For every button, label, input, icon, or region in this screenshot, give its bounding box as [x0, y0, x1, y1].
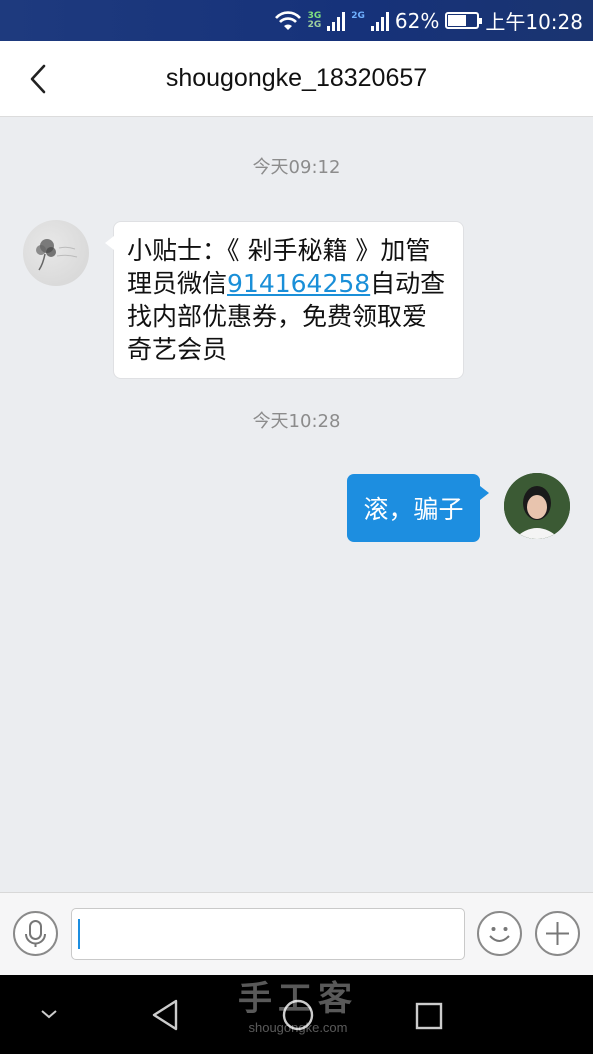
status-bar: 3G 2G 2G 62% 上午10:28	[0, 0, 593, 41]
watermark-logo: 手工客	[238, 979, 358, 1019]
network-type: 3G 2G	[307, 11, 322, 30]
chat-title: shougongke_18320657	[165, 64, 428, 92]
signal-icon-2	[370, 11, 389, 31]
back-arrow-icon[interactable]	[24, 63, 54, 95]
plus-icon	[546, 922, 569, 945]
input-bar	[0, 892, 593, 975]
message-list[interactable]: 今天09:12 小贴士：《 剁手秘籍 》加管理员微信914164258自动查找内…	[0, 117, 593, 892]
chat-header: shougongke_18320657	[0, 41, 593, 117]
text-caret	[78, 919, 80, 949]
watermark-url: shougongke.com	[248, 1020, 348, 1035]
timestamp: 今天10:28	[252, 411, 341, 432]
wechat-id-link[interactable]: 914164258	[227, 269, 370, 298]
microphone-icon	[25, 920, 46, 947]
recents-nav-icon[interactable]	[412, 999, 446, 1033]
emoji-button[interactable]	[477, 911, 522, 956]
network-type-2: 2G	[351, 11, 365, 30]
battery-percent: 62%	[394, 8, 440, 33]
smiley-icon	[489, 927, 510, 942]
signal-icon	[327, 11, 346, 31]
user-photo-icon	[504, 473, 570, 539]
watermark: 手工客 shougongke.com	[228, 978, 368, 1035]
voice-button[interactable]	[13, 911, 58, 956]
status-icons: 3G 2G 2G 62% 上午10:28	[274, 6, 583, 35]
timestamp: 今天09:12	[252, 157, 341, 178]
battery-icon	[445, 12, 483, 29]
clock: 上午10:28	[485, 10, 583, 34]
battery-fill	[448, 15, 466, 26]
hide-keyboard-icon[interactable]	[38, 1007, 60, 1021]
wifi-icon	[274, 10, 301, 30]
back-nav-icon[interactable]	[148, 997, 182, 1033]
message-input[interactable]	[71, 908, 465, 960]
message-text: 滚，骗子	[363, 495, 464, 524]
flower-logo-icon	[36, 239, 78, 271]
incoming-message-bubble[interactable]: 小贴士：《 剁手秘籍 》加管理员微信914164258自动查找内部优惠券，免费领…	[105, 221, 464, 379]
network-type-bottom: 2G	[307, 19, 322, 30]
outgoing-message-bubble[interactable]: 滚，骗子	[347, 474, 489, 542]
more-button[interactable]	[535, 911, 580, 956]
contact-avatar[interactable]	[23, 220, 89, 286]
user-avatar[interactable]	[504, 473, 570, 539]
